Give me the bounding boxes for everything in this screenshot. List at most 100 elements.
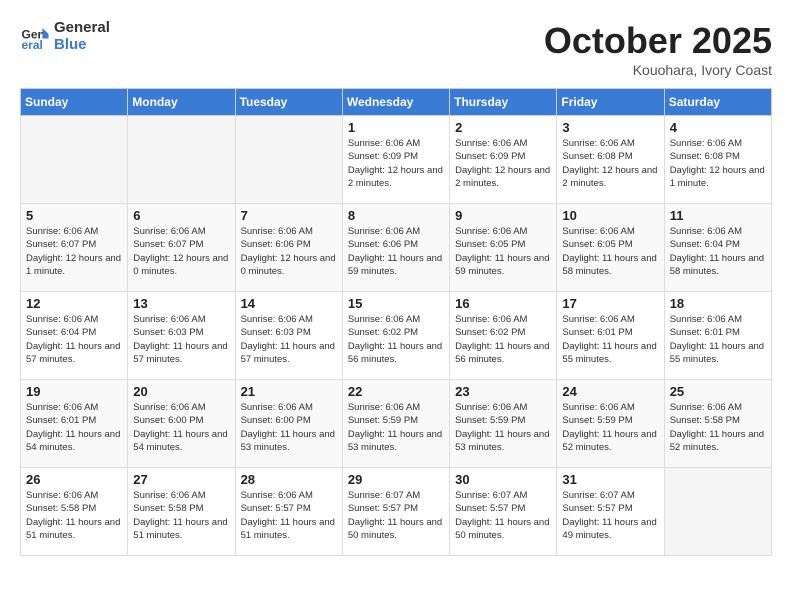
day-info: Sunrise: 6:06 AM Sunset: 6:05 PM Dayligh… [455, 225, 551, 278]
calendar-cell: 26 Sunrise: 6:06 AM Sunset: 5:58 PM Dayli… [21, 468, 128, 556]
day-number: 15 [348, 296, 444, 311]
day-info: Sunrise: 6:06 AM Sunset: 6:05 PM Dayligh… [562, 225, 658, 278]
day-number: 11 [670, 208, 766, 223]
calendar-cell: 16 Sunrise: 6:06 AM Sunset: 6:02 PM Dayli… [450, 292, 557, 380]
calendar-cell: 18Sunrise: 6:06 AM Sunset: 6:01 PM Dayli… [664, 292, 771, 380]
day-number: 6 [133, 208, 229, 223]
calendar-cell [664, 468, 771, 556]
day-info: Sunrise: 6:06 AM Sunset: 6:04 PM Dayligh… [670, 225, 766, 278]
day-number: 9 [455, 208, 551, 223]
calendar-cell [235, 116, 342, 204]
calendar-cell: 14 Sunrise: 6:06 AM Sunset: 6:03 PM Dayli… [235, 292, 342, 380]
weekday-header-tuesday: Tuesday [235, 89, 342, 116]
day-number: 2 [455, 120, 551, 135]
day-number: 29 [348, 472, 444, 487]
day-info: Sunrise: 6:07 AM Sunset: 5:57 PM Dayligh… [562, 489, 658, 542]
calendar-week-row: 19 Sunrise: 6:06 AM Sunset: 6:01 PM Dayli… [21, 380, 772, 468]
day-number: 7 [241, 208, 337, 223]
day-number: 17 [562, 296, 658, 311]
calendar-cell: 13 Sunrise: 6:06 AM Sunset: 6:03 PM Dayli… [128, 292, 235, 380]
day-info: Sunrise: 6:06 AM Sunset: 6:01 PM Dayligh… [562, 313, 658, 366]
day-info: Sunrise: 6:06 AM Sunset: 6:02 PM Dayligh… [455, 313, 551, 366]
calendar-cell [21, 116, 128, 204]
day-number: 30 [455, 472, 551, 487]
day-number: 18 [670, 296, 766, 311]
day-info: Sunrise: 6:06 AM Sunset: 5:58 PM Dayligh… [670, 401, 766, 454]
day-info: Sunrise: 6:06 AM Sunset: 6:03 PM Dayligh… [241, 313, 337, 366]
day-number: 5 [26, 208, 122, 223]
day-info: Sunrise: 6:06 AM Sunset: 6:01 PM Dayligh… [26, 401, 122, 454]
day-number: 20 [133, 384, 229, 399]
location-subtitle: Kouohara, Ivory Coast [544, 62, 772, 78]
day-number: 22 [348, 384, 444, 399]
weekday-header-row: SundayMondayTuesdayWednesdayThursdayFrid… [21, 89, 772, 116]
svg-text:eral: eral [22, 38, 43, 52]
calendar-cell: 15Sunrise: 6:06 AM Sunset: 6:02 PM Dayli… [342, 292, 449, 380]
day-info: Sunrise: 6:06 AM Sunset: 6:07 PM Dayligh… [133, 225, 229, 278]
calendar-cell: 24Sunrise: 6:06 AM Sunset: 5:59 PM Dayli… [557, 380, 664, 468]
calendar-cell: 20 Sunrise: 6:06 AM Sunset: 6:00 PM Dayli… [128, 380, 235, 468]
day-number: 16 [455, 296, 551, 311]
day-info: Sunrise: 6:06 AM Sunset: 5:57 PM Dayligh… [241, 489, 337, 542]
day-number: 4 [670, 120, 766, 135]
day-info: Sunrise: 6:06 AM Sunset: 5:59 PM Dayligh… [562, 401, 658, 454]
calendar-cell: 3 Sunrise: 6:06 AM Sunset: 6:08 PM Daylig… [557, 116, 664, 204]
calendar-cell: 1 Sunrise: 6:06 AM Sunset: 6:09 PM Daylig… [342, 116, 449, 204]
day-number: 28 [241, 472, 337, 487]
day-number: 19 [26, 384, 122, 399]
weekday-header-wednesday: Wednesday [342, 89, 449, 116]
day-number: 23 [455, 384, 551, 399]
day-info: Sunrise: 6:06 AM Sunset: 6:00 PM Dayligh… [133, 401, 229, 454]
logo-line1: General [54, 20, 110, 37]
calendar-cell: 5Sunrise: 6:06 AM Sunset: 6:07 PM Daylig… [21, 204, 128, 292]
calendar-cell: 29 Sunrise: 6:07 AM Sunset: 5:57 PM Dayli… [342, 468, 449, 556]
calendar-cell [128, 116, 235, 204]
day-info: Sunrise: 6:06 AM Sunset: 6:04 PM Dayligh… [26, 313, 122, 366]
calendar-cell: 31 Sunrise: 6:07 AM Sunset: 5:57 PM Dayli… [557, 468, 664, 556]
day-info: Sunrise: 6:06 AM Sunset: 6:03 PM Dayligh… [133, 313, 229, 366]
day-number: 27 [133, 472, 229, 487]
day-number: 13 [133, 296, 229, 311]
day-info: Sunrise: 6:06 AM Sunset: 6:08 PM Dayligh… [562, 137, 658, 190]
calendar-cell: 21Sunrise: 6:06 AM Sunset: 6:00 PM Dayli… [235, 380, 342, 468]
month-title: October 2025 [544, 20, 772, 62]
day-number: 31 [562, 472, 658, 487]
day-info: Sunrise: 6:06 AM Sunset: 6:08 PM Dayligh… [670, 137, 766, 190]
day-number: 26 [26, 472, 122, 487]
logo-icon: Gen eral [20, 22, 50, 52]
calendar-cell: 22 Sunrise: 6:06 AM Sunset: 5:59 PM Dayli… [342, 380, 449, 468]
weekday-header-sunday: Sunday [21, 89, 128, 116]
title-block: October 2025 Kouohara, Ivory Coast [544, 20, 772, 78]
day-info: Sunrise: 6:06 AM Sunset: 6:06 PM Dayligh… [348, 225, 444, 278]
day-info: Sunrise: 6:07 AM Sunset: 5:57 PM Dayligh… [348, 489, 444, 542]
calendar-week-row: 12 Sunrise: 6:06 AM Sunset: 6:04 PM Dayli… [21, 292, 772, 380]
day-number: 1 [348, 120, 444, 135]
weekday-header-friday: Friday [557, 89, 664, 116]
calendar-week-row: 5 Sunrise: 6:06 AM Sunset: 6:07 PM Daylig… [21, 204, 772, 292]
day-info: Sunrise: 6:07 AM Sunset: 5:57 PM Dayligh… [455, 489, 551, 542]
day-number: 14 [241, 296, 337, 311]
calendar-week-row: 26 Sunrise: 6:06 AM Sunset: 5:58 PM Dayli… [21, 468, 772, 556]
day-number: 12 [26, 296, 122, 311]
weekday-header-thursday: Thursday [450, 89, 557, 116]
day-info: Sunrise: 6:06 AM Sunset: 5:59 PM Dayligh… [348, 401, 444, 454]
calendar-cell: 10 Sunrise: 6:06 AM Sunset: 6:05 PM Dayli… [557, 204, 664, 292]
calendar-cell: 17 Sunrise: 6:06 AM Sunset: 6:01 PM Dayli… [557, 292, 664, 380]
day-number: 10 [562, 208, 658, 223]
calendar-table: SundayMondayTuesdayWednesdayThursdayFrid… [20, 88, 772, 556]
day-number: 3 [562, 120, 658, 135]
day-info: Sunrise: 6:06 AM Sunset: 6:06 PM Dayligh… [241, 225, 337, 278]
weekday-header-saturday: Saturday [664, 89, 771, 116]
calendar-cell: 7 Sunrise: 6:06 AM Sunset: 6:06 PM Daylig… [235, 204, 342, 292]
calendar-cell: 4 Sunrise: 6:06 AM Sunset: 6:08 PM Daylig… [664, 116, 771, 204]
day-info: Sunrise: 6:06 AM Sunset: 6:00 PM Dayligh… [241, 401, 337, 454]
calendar-cell: 19 Sunrise: 6:06 AM Sunset: 6:01 PM Dayli… [21, 380, 128, 468]
day-info: Sunrise: 6:06 AM Sunset: 6:09 PM Dayligh… [348, 137, 444, 190]
day-info: Sunrise: 6:06 AM Sunset: 5:59 PM Dayligh… [455, 401, 551, 454]
calendar-cell: 23 Sunrise: 6:06 AM Sunset: 5:59 PM Dayli… [450, 380, 557, 468]
calendar-cell: 28 Sunrise: 6:06 AM Sunset: 5:57 PM Dayli… [235, 468, 342, 556]
logo-line2: Blue [54, 37, 110, 54]
calendar-cell: 27Sunrise: 6:06 AM Sunset: 5:58 PM Dayli… [128, 468, 235, 556]
day-info: Sunrise: 6:06 AM Sunset: 5:58 PM Dayligh… [26, 489, 122, 542]
calendar-cell: 11 Sunrise: 6:06 AM Sunset: 6:04 PM Dayli… [664, 204, 771, 292]
